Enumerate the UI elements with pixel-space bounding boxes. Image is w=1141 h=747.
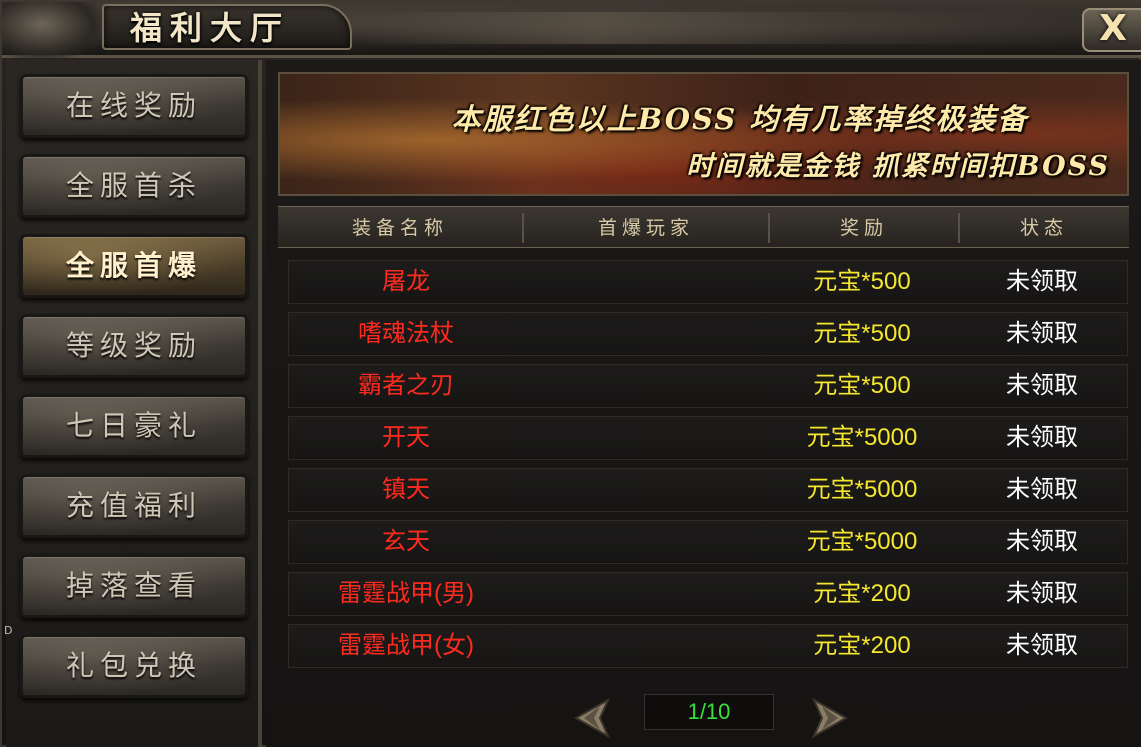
window-title: 福利大厅 (130, 9, 291, 47)
reward-value: 元宝*500 (813, 372, 911, 399)
claim-status[interactable]: 未领取 (957, 521, 1127, 563)
page-indicator: 1/10 (644, 694, 774, 730)
arrow-left-icon[interactable] (570, 696, 614, 740)
first-player (523, 417, 767, 459)
sidebar-item-label: 全服首杀 (65, 169, 202, 202)
item-name: 雷霆战甲(女) (338, 632, 474, 659)
claim-status[interactable]: 未领取 (957, 365, 1127, 407)
item-name: 屠龙 (382, 268, 430, 295)
sidebar-item-label: 充值福利 (65, 489, 202, 522)
table-row: 屠龙 元宝*500 未领取 (288, 260, 1128, 304)
sidebar-item-server-first-kill[interactable]: 全服首杀 (20, 154, 248, 218)
sidebar-item-label: 在线奖励 (65, 89, 202, 122)
sidebar-item-server-first-drop[interactable]: 全服首爆 (20, 234, 248, 298)
arrow-right-icon[interactable] (808, 696, 852, 740)
first-player (523, 261, 767, 303)
sidebar-item-label: 掉落查看 (65, 569, 202, 602)
reward-value: 元宝*5000 (806, 528, 918, 555)
first-player (523, 469, 767, 511)
close-icon: X (1099, 8, 1127, 49)
sidebar-item-drop-view[interactable]: 掉落查看 (20, 554, 248, 618)
sidebar: 在线奖励 全服首杀 全服首爆 等级奖励 七日豪礼 充值福利 掉落查看 礼包兑换 (6, 60, 262, 747)
table-row: 霸者之刃 元宝*500 未领取 (288, 364, 1128, 408)
sidebar-item-seven-day-gift[interactable]: 七日豪礼 (20, 394, 248, 458)
edge-mark: D (4, 624, 13, 637)
first-player (523, 573, 767, 615)
item-name: 玄天 (382, 528, 430, 555)
sidebar-item-gift-redeem[interactable]: 礼包兑换 (20, 634, 248, 698)
item-name: 雷霆战甲(男) (338, 580, 474, 607)
sidebar-item-label: 等级奖励 (65, 329, 202, 362)
table-row: 雷霆战甲(男) 元宝*200 未领取 (288, 572, 1128, 616)
pagination: 1/10 (266, 688, 1141, 747)
column-header-status: 状态 (1019, 217, 1068, 239)
table-row: 开天 元宝*5000 未领取 (288, 416, 1128, 460)
first-player (523, 365, 767, 407)
reward-value: 元宝*200 (813, 580, 911, 607)
reward-value: 元宝*5000 (806, 424, 918, 451)
promo-banner: 本服红色以上BOSS 均有几率掉终极装备 时间就是金钱 抓紧时间扣BOSS (278, 72, 1129, 196)
claim-status[interactable]: 未领取 (957, 625, 1127, 667)
sidebar-item-label: 全服首爆 (65, 249, 202, 282)
title-bar: 福利大厅 X (2, 2, 1141, 58)
title-ornament (362, 12, 1062, 44)
item-name: 嗜魂法杖 (358, 320, 454, 347)
reward-value: 元宝*5000 (806, 476, 918, 503)
claim-status[interactable]: 未领取 (957, 573, 1127, 615)
column-header-reward: 奖励 (839, 217, 888, 239)
first-player (523, 313, 767, 355)
reward-value: 元宝*500 (813, 268, 911, 295)
reward-value: 元宝*200 (813, 632, 911, 659)
item-name: 开天 (382, 424, 430, 451)
table-row: 嗜魂法杖 元宝*500 未领取 (288, 312, 1128, 356)
claim-status[interactable]: 未领取 (957, 469, 1127, 511)
sidebar-item-level-reward[interactable]: 等级奖励 (20, 314, 248, 378)
claim-status[interactable]: 未领取 (957, 417, 1127, 459)
first-player (523, 625, 767, 667)
banner-headline: 本服红色以上BOSS 均有几率掉终极装备 (451, 102, 1029, 136)
reward-value: 元宝*500 (813, 320, 911, 347)
main-panel: 本服红色以上BOSS 均有几率掉终极装备 时间就是金钱 抓紧时间扣BOSS 装备… (266, 60, 1141, 747)
item-name: 霸者之刃 (358, 372, 454, 399)
table-header: 装备名称 首爆玩家 奖励 状态 (278, 206, 1129, 248)
sidebar-item-recharge-welfare[interactable]: 充值福利 (20, 474, 248, 538)
close-button[interactable]: X (1082, 8, 1141, 52)
first-player (523, 521, 767, 563)
claim-status[interactable]: 未领取 (957, 313, 1127, 355)
item-name: 镇天 (382, 476, 430, 503)
dragon-ornament-icon (2, 2, 102, 58)
table-row: 镇天 元宝*5000 未领取 (288, 468, 1128, 512)
column-header-first-player: 首爆玩家 (597, 217, 694, 239)
welfare-hall-window: 福利大厅 X 在线奖励 全服首杀 全服首爆 等级奖励 七日豪礼 充值福利 掉落查… (0, 0, 1141, 747)
table-row: 雷霆战甲(女) 元宝*200 未领取 (288, 624, 1128, 668)
sidebar-item-label: 七日豪礼 (65, 409, 202, 442)
column-header-item-name: 装备名称 (351, 217, 448, 239)
claim-status[interactable]: 未领取 (957, 261, 1127, 303)
table-row: 玄天 元宝*5000 未领取 (288, 520, 1128, 564)
sidebar-item-online-reward[interactable]: 在线奖励 (20, 74, 248, 138)
sidebar-item-label: 礼包兑换 (65, 649, 202, 682)
banner-subline: 时间就是金钱 抓紧时间扣BOSS (686, 151, 1110, 182)
